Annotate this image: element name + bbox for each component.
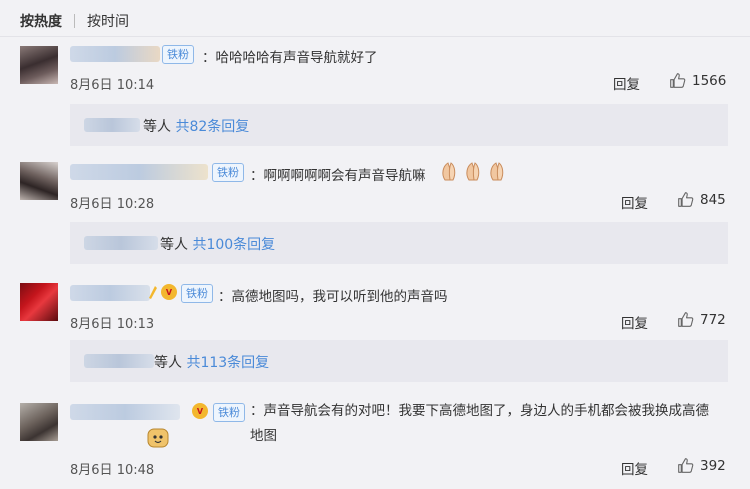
comment-time: 10:13: [116, 317, 155, 332]
view-replies-link[interactable]: 共113条回复: [186, 355, 269, 371]
comment-body: 高德地图吗，我可以听到他的声音吗: [231, 289, 448, 305]
avatar[interactable]: [20, 283, 58, 321]
fan-badge: 铁粉: [162, 45, 194, 64]
comment-body: 哈哈哈哈有声音导航就好了: [215, 50, 378, 66]
reply-users-blurred: [84, 118, 140, 132]
tab-by-time[interactable]: 按时间: [87, 11, 129, 31]
sub-replies-prefix: 等人: [154, 355, 182, 371]
doge-emoji-icon: [147, 428, 169, 448]
comment-body: 声音导航会有的对吧！我要下高德地图了，身边人的手机都会被我换成高德地图: [250, 403, 709, 444]
view-replies-link[interactable]: 共82条回复: [175, 119, 249, 135]
reply-button[interactable]: 回复: [621, 192, 648, 212]
username-blurred[interactable]: [70, 285, 150, 301]
sub-replies-summary: 等人 共100条回复: [160, 234, 275, 254]
view-replies-link[interactable]: 共100条回复: [192, 237, 275, 253]
sub-replies[interactable]: 等人 共100条回复: [70, 222, 728, 264]
avatar[interactable]: [20, 46, 58, 84]
tab-by-hotness[interactable]: 按热度: [20, 11, 62, 31]
sub-replies-summary: 等人 共82条回复: [143, 116, 249, 136]
colon: ：: [218, 289, 232, 305]
tab-divider: [74, 14, 75, 28]
colon: ：: [202, 50, 216, 66]
username-blurred[interactable]: [70, 164, 208, 180]
comment-time: 10:48: [116, 463, 155, 478]
praying-hands-icon: [466, 162, 480, 181]
comment-time: 10:14: [116, 78, 155, 93]
sub-replies[interactable]: 等人 共113条回复: [70, 340, 728, 382]
comment-date: 8月6日: [70, 463, 113, 478]
bolt-icon: [149, 286, 157, 299]
comment-timestamp: 8月6日 10:48: [70, 459, 154, 478]
comment-date: 8月6日: [70, 197, 113, 212]
comment-text-2: ：啊啊啊啊啊会有声音导航嘛: [250, 164, 426, 184]
like-count: 772: [700, 311, 726, 328]
reply-button[interactable]: 回复: [621, 458, 648, 478]
like-count: 392: [700, 457, 726, 474]
svg-text:V: V: [166, 288, 173, 297]
reply-users-blurred: [84, 236, 158, 250]
vip-icons: V: [192, 403, 208, 419]
avatar[interactable]: [20, 162, 58, 200]
comment-time: 10:28: [116, 197, 155, 212]
sub-replies-summary: 等人 共113条回复: [154, 352, 269, 372]
praying-hands-icon: [490, 162, 504, 181]
thumbs-up-icon: [678, 192, 694, 207]
comment-text-4: ：声音导航会有的对吧！我要下高德地图了，身边人的手机都会被我换成高德地图: [250, 399, 720, 449]
comment-body: 啊啊啊啊啊会有声音导航嘛: [263, 168, 426, 184]
reply-button[interactable]: 回复: [613, 73, 640, 93]
username-blurred[interactable]: [70, 404, 180, 420]
comment-date: 8月6日: [70, 317, 113, 332]
sort-tabs: 按热度 按时间: [20, 10, 129, 32]
fan-badge: 铁粉: [181, 284, 213, 303]
like-button[interactable]: 1566: [669, 72, 726, 89]
reply-button[interactable]: 回复: [621, 312, 648, 332]
colon: ：: [250, 168, 264, 184]
vip-icons: V: [149, 284, 177, 300]
praying-hands-icon: [442, 162, 456, 181]
fan-badge: 铁粉: [212, 163, 244, 182]
avatar[interactable]: [20, 403, 58, 441]
comment-text-1: ：哈哈哈哈有声音导航就好了: [202, 46, 378, 66]
like-count: 845: [700, 191, 726, 208]
comment-timestamp: 8月6日 10:28: [70, 193, 154, 212]
like-button[interactable]: 392: [677, 457, 726, 474]
svg-text:V: V: [197, 407, 204, 416]
like-button[interactable]: 845: [677, 191, 726, 208]
thumbs-up-icon: [678, 458, 694, 473]
thumbs-up-icon: [678, 312, 694, 327]
sub-replies[interactable]: 等人 共82条回复: [70, 104, 728, 146]
like-count: 1566: [692, 72, 727, 89]
colon: ：: [250, 403, 264, 419]
sub-replies-prefix: 等人: [160, 237, 188, 253]
comment-timestamp: 8月6日 10:13: [70, 313, 154, 332]
like-button[interactable]: 772: [677, 311, 726, 328]
comment-text-3: ：高德地图吗，我可以听到他的声音吗: [218, 285, 448, 305]
header-divider: [0, 36, 750, 37]
thumbs-up-icon: [670, 73, 686, 88]
emoji-icons: [442, 162, 504, 181]
sub-replies-prefix: 等人: [143, 119, 171, 135]
comment-date: 8月6日: [70, 78, 113, 93]
reply-users-blurred: [84, 354, 154, 368]
fan-badge: 铁粉: [213, 403, 245, 422]
comment-timestamp: 8月6日 10:14: [70, 74, 154, 93]
username-blurred[interactable]: [70, 46, 160, 62]
